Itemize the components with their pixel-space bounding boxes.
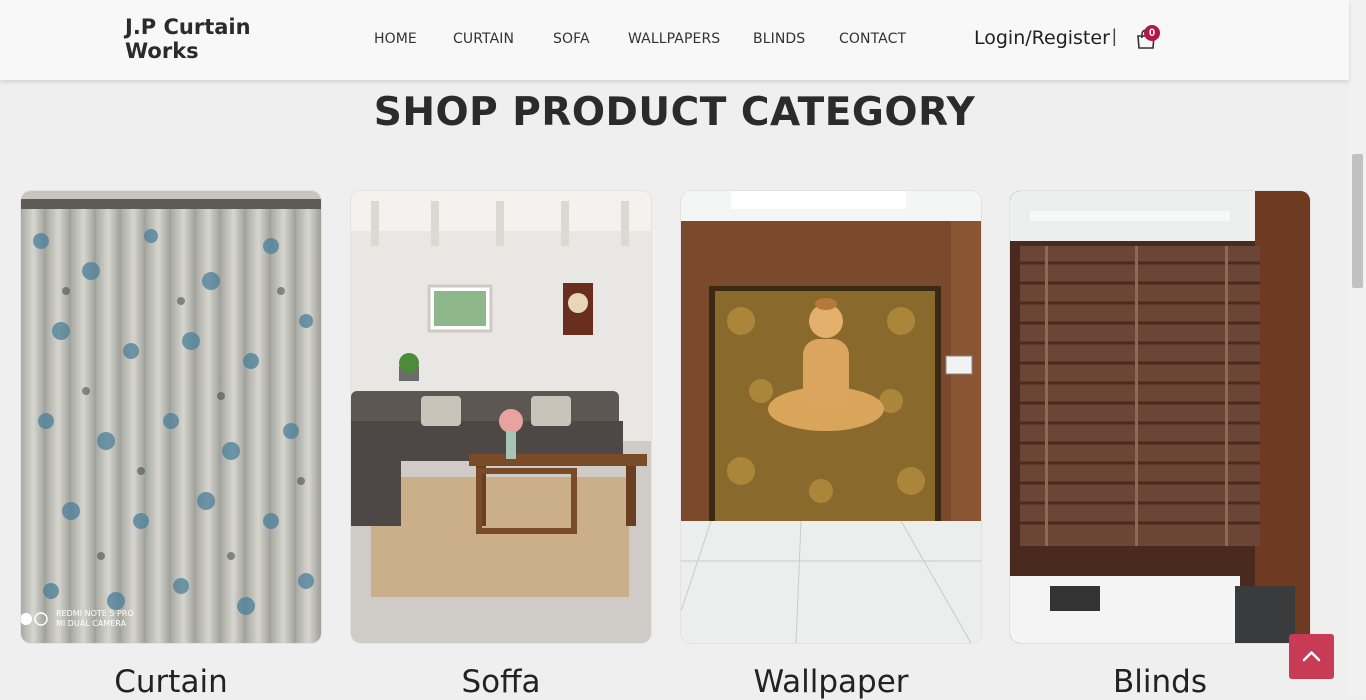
nav-wallpapers[interactable]: WALLPAPERS [628, 31, 720, 47]
category-card-sofa[interactable] [351, 191, 651, 643]
category-card-blinds[interactable] [1010, 191, 1310, 643]
scroll-to-top-button[interactable] [1289, 634, 1334, 679]
nav-sofa[interactable]: SOFA [553, 31, 590, 47]
nav-separator: | [1112, 26, 1117, 46]
curtain-image [21, 191, 321, 643]
scrollbar-thumb[interactable] [1352, 154, 1363, 288]
sofa-image [351, 191, 651, 643]
category-label-sofa[interactable]: Soffa [351, 664, 651, 700]
category-card-wallpaper[interactable] [681, 191, 981, 643]
category-label-curtain[interactable]: Curtain [21, 664, 321, 700]
wallpaper-image [681, 191, 981, 643]
nav-curtain[interactable]: CURTAIN [453, 31, 514, 47]
camera-watermark-line2: MI DUAL CAMERA [56, 619, 127, 628]
cart-count-badge: 0 [1144, 25, 1160, 41]
blinds-image [1010, 191, 1310, 643]
category-card-curtain[interactable]: REDMI NOTE 5 PRO MI DUAL CAMERA [21, 191, 321, 643]
login-register-link[interactable]: Login/Register [974, 27, 1110, 49]
nav-blinds[interactable]: BLINDS [753, 31, 805, 47]
category-label-wallpaper[interactable]: Wallpaper [681, 664, 981, 700]
section-title: SHOP PRODUCT CATEGORY [373, 90, 976, 135]
category-label-blinds[interactable]: Blinds [1010, 664, 1310, 700]
chevron-up-icon [1302, 651, 1321, 662]
nav-home[interactable]: HOME [374, 31, 417, 47]
camera-watermark-line1: REDMI NOTE 5 PRO [56, 609, 134, 618]
top-navbar: J.P Curtain Works HOME CURTAIN SOFA WALL… [0, 0, 1349, 80]
page-scrollbar[interactable] [1349, 0, 1366, 696]
nav-contact[interactable]: CONTACT [839, 31, 906, 47]
brand-logo-text[interactable]: J.P Curtain Works [125, 15, 275, 63]
